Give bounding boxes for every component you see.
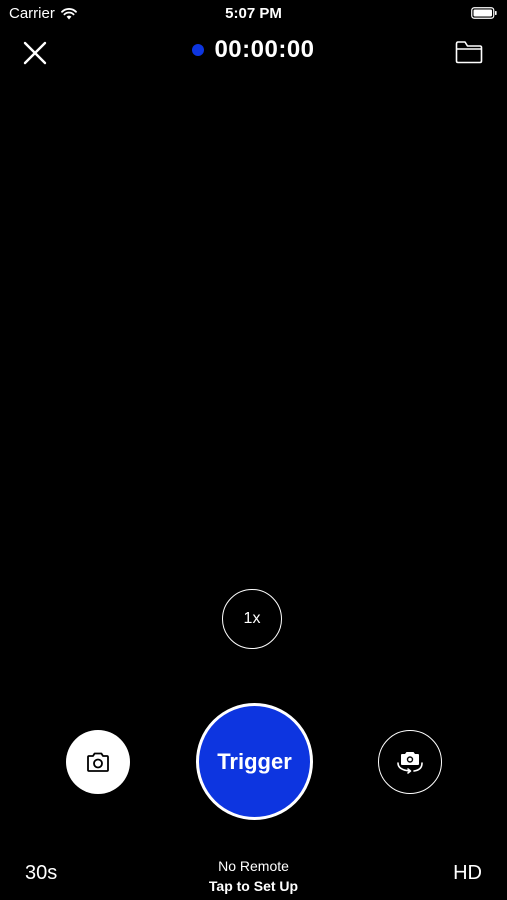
camera-icon <box>87 752 109 772</box>
folder-button[interactable] <box>455 40 483 64</box>
flip-camera-button[interactable] <box>378 730 442 794</box>
remote-setup-button[interactable]: No Remote Tap to Set Up <box>0 858 507 894</box>
folder-icon <box>455 41 483 64</box>
status-bar: Carrier 5:07 PM <box>0 0 507 28</box>
zoom-button[interactable]: 1x <box>222 589 282 649</box>
trigger-button[interactable]: Trigger <box>196 703 313 820</box>
status-time: 5:07 PM <box>225 5 282 22</box>
remote-status: No Remote <box>218 858 289 874</box>
flip-camera-icon <box>397 752 423 774</box>
record-indicator-dot <box>192 44 205 56</box>
top-bar: 00:00:00 <box>0 32 507 72</box>
zoom-label: 1x <box>243 610 261 627</box>
timer-text: 00:00:00 <box>214 36 315 63</box>
photo-button[interactable] <box>66 730 130 794</box>
remote-setup-label: Tap to Set Up <box>208 878 299 894</box>
quality-setting[interactable]: HD <box>453 862 482 885</box>
recording-timer: 00:00:00 <box>0 36 507 64</box>
battery-icon <box>471 7 497 19</box>
trigger-label: Trigger <box>217 748 292 774</box>
